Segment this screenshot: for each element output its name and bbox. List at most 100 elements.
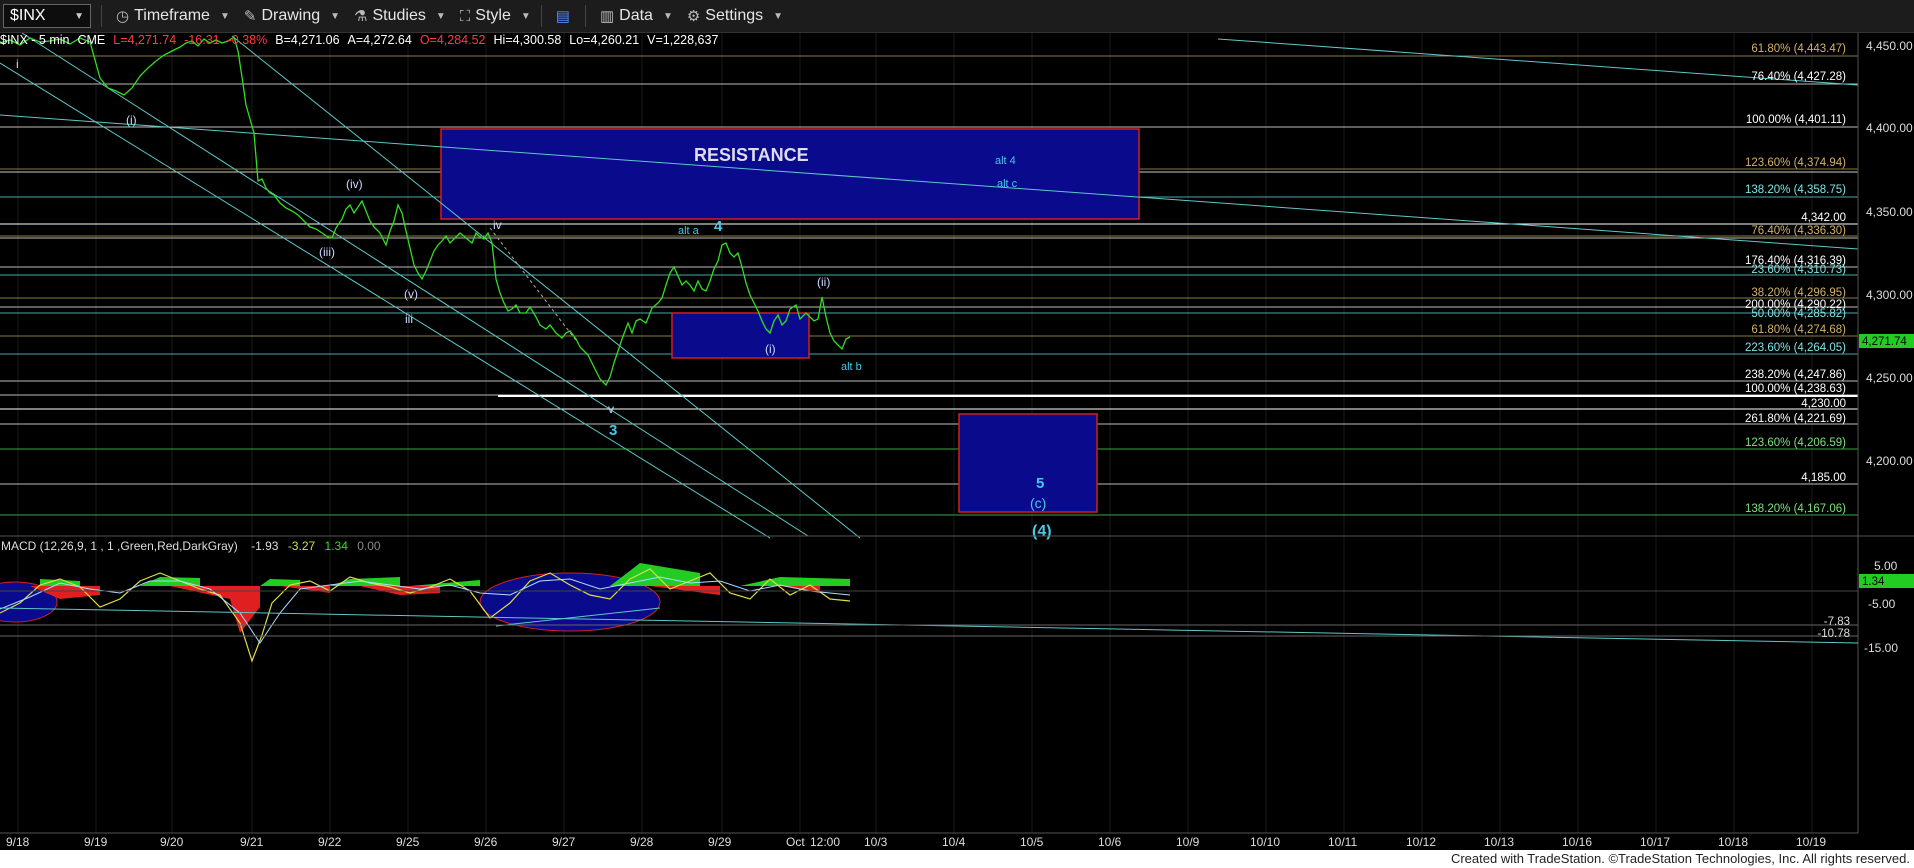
time-tick: 10/6	[1098, 835, 1122, 849]
clock-icon: ◷	[116, 8, 130, 25]
macd-current-value: 1.34	[1862, 576, 1885, 588]
time-tick: 9/28	[630, 835, 654, 849]
toolbar-divider	[101, 5, 102, 27]
drawing-label: Drawing	[261, 7, 321, 24]
style-button[interactable]: ⛶ Style ▼	[460, 7, 531, 25]
time-tick: 9/18	[6, 835, 30, 849]
settings-button[interactable]: ⚙ Settings ▼	[687, 7, 783, 25]
settings-label: Settings	[705, 7, 764, 24]
data-label: Data	[619, 7, 653, 24]
time-tick: 9/25	[396, 835, 420, 849]
fib-label: 76.40% (4,427.28)	[1751, 71, 1846, 83]
macd-level: -10.78	[1817, 628, 1850, 640]
data-button[interactable]: ▥ Data ▼	[600, 7, 673, 25]
low: Lo=4,260.21	[569, 33, 640, 47]
alt-a-label: alt a	[678, 225, 700, 237]
macd-tick: -15.00	[1864, 641, 1898, 655]
resistance-label: RESISTANCE	[694, 145, 809, 165]
chevron-down-icon: ▼	[435, 10, 446, 22]
chevron-down-icon: ▼	[773, 10, 784, 22]
wave-v: v	[608, 402, 614, 416]
toolbar-divider	[584, 5, 586, 27]
macd-tick: -5.00	[1868, 597, 1896, 611]
wave-iv: iv	[493, 218, 502, 232]
price-tick: 4,400.00	[1866, 121, 1913, 135]
drawing-button[interactable]: ✎ Drawing ▼	[244, 7, 340, 25]
high: Hi=4,300.58	[493, 33, 562, 47]
time-tick: 9/29	[708, 835, 732, 849]
chevron-down-icon: ▼	[330, 10, 341, 22]
time-tick: 10/12	[1406, 835, 1436, 849]
copyright: Created with TradeStation. ©TradeStation…	[1450, 851, 1910, 866]
layout-button[interactable]: ▤	[556, 7, 575, 25]
target-box[interactable]	[958, 413, 1098, 513]
time-tick: 10/18	[1718, 835, 1748, 849]
studies-button[interactable]: ⚗ Studies ▼	[354, 7, 446, 25]
macd-tick: 5.00	[1874, 559, 1898, 573]
support-box[interactable]	[671, 312, 810, 359]
toolbar-divider	[540, 5, 542, 27]
alt4-label: alt 4	[995, 155, 1016, 167]
resistance-box[interactable]	[440, 128, 1140, 220]
current-price-value: 4,271.74	[1862, 336, 1907, 348]
time-tick: 10/5	[1020, 835, 1044, 849]
price-tick: 4,200.00	[1866, 454, 1913, 468]
wave-4-paren: (4)	[1032, 523, 1052, 540]
wave-iii: iii	[405, 312, 413, 326]
price-tick: 4,450.00	[1866, 39, 1913, 53]
time-tick: Oct	[786, 835, 805, 849]
net-change: -16.31	[184, 33, 220, 47]
fib-label: 4,185.00	[1801, 472, 1846, 484]
fib-label: 38.20% (4,296.95)	[1751, 287, 1846, 299]
layout-icon: ▤	[555, 8, 570, 25]
fib-label: 23.60% (4,310.73)	[1751, 264, 1846, 276]
macd-level: -7.83	[1824, 616, 1850, 628]
quote-info-bar: $INX - 5 min CME L=4,271.74 -16.31 -0.38% B=4…	[0, 33, 726, 49]
fib-label: 223.60% (4,264.05)	[1745, 342, 1846, 354]
price-chart[interactable]: RESISTANCE alt 4 alt c i (i) (iv) (iii) …	[0, 33, 1914, 850]
fib-label: 238.20% (4,247.86)	[1745, 369, 1846, 381]
time-tick: 9/22	[318, 835, 342, 849]
fib-label: 4,342.00	[1801, 212, 1846, 224]
symbol-text: $INX	[10, 7, 46, 24]
time-tick: 10/11	[1328, 835, 1357, 849]
time-tick: 10/3	[864, 835, 888, 849]
last-price: L=4,271.74	[113, 33, 177, 47]
timeframe-button[interactable]: ◷ Timeframe ▼	[116, 7, 230, 25]
fib-label: 4,230.00	[1801, 398, 1846, 410]
symbol-selector[interactable]: $INX ▼	[3, 4, 91, 28]
studies-label: Studies	[372, 7, 426, 24]
wave-4: 4	[714, 218, 723, 235]
price-tick: 4,300.00	[1866, 288, 1913, 302]
bar-chart-icon: ▥	[599, 8, 615, 25]
style-icon: ⛶	[459, 7, 471, 25]
wave-ii-small: (ii)	[817, 275, 830, 289]
pct-change: -0.38%	[227, 33, 268, 47]
wave-iii-paren: (iii)	[319, 245, 335, 259]
gear-icon: ⚙	[686, 8, 701, 25]
fib-label: 261.80% (4,221.69)	[1745, 413, 1846, 425]
wave-i-paren: (i)	[126, 113, 137, 127]
fib-label: 138.20% (4,167.06)	[1745, 503, 1846, 515]
macd-title: MACD (12,26,9, 1 , 1 ,Green,Red,DarkGray…	[1, 539, 381, 553]
wave-i-small: (i)	[765, 342, 776, 356]
toolbar: $INX ▼ ◷ Timeframe ▼ ✎ Drawing ▼ ⚗ Studi…	[0, 0, 1914, 33]
fib-label: 61.80% (4,443.47)	[1751, 43, 1846, 55]
wave-3: 3	[609, 422, 617, 439]
time-tick: 10/17	[1640, 835, 1670, 849]
fib-label: 138.20% (4,358.75)	[1745, 184, 1846, 196]
chevron-down-icon: ▼	[74, 10, 84, 22]
price-tick: 4,250.00	[1866, 371, 1913, 385]
fib-label: 100.00% (4,401.11)	[1746, 114, 1846, 126]
fib-label: 76.40% (4,336.30)	[1751, 225, 1846, 237]
time-tick: 12:00	[810, 835, 840, 849]
exchange: CME	[77, 33, 106, 47]
fib-label: 100.00% (4,238.63)	[1745, 383, 1846, 395]
price-tick: 4,350.00	[1866, 205, 1913, 219]
style-label: Style	[475, 7, 511, 24]
open: O=4,284.52	[419, 33, 486, 47]
wave-i: i	[16, 57, 19, 71]
ask: A=4,272.64	[347, 33, 412, 47]
fib-label: 123.60% (4,374.94)	[1745, 157, 1846, 169]
flask-icon: ⚗	[354, 8, 368, 25]
